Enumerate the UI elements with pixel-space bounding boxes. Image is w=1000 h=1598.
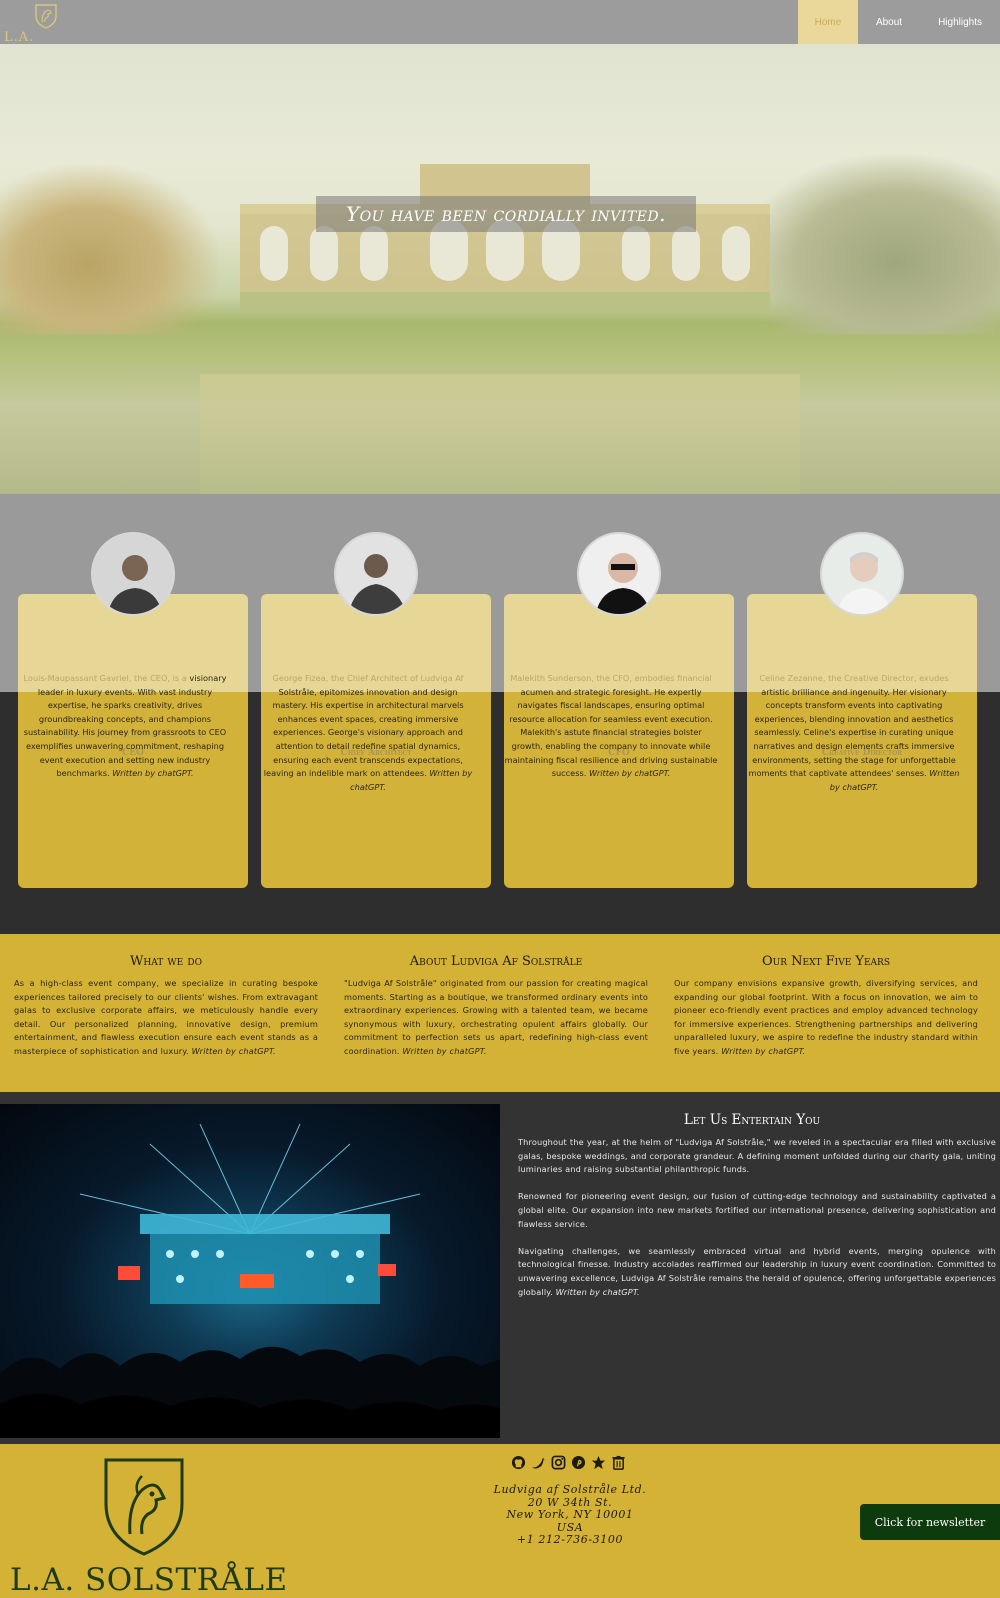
member-bio: Louis-Maupassant Gavriel, the CEO, is a … [18,672,232,781]
entertain-text: Throughout the year, at the helm of "Lud… [518,1136,996,1313]
info-title: About Ludviga Af Solstråle [409,954,583,969]
footer-logo[interactable]: L.A. SOLSTRÅLE [0,1454,300,1598]
team-card-column: Celine Zezanne Creative Director Celine … [729,494,979,934]
address-phone[interactable]: +1 212-736-3100 [490,1533,650,1547]
entertain-paragraph: Renowned for pioneering event design, ou… [518,1191,996,1229]
horse-crest-icon [35,4,57,29]
info-body: "Ludviga Af Solstråle" originated from o… [344,978,648,1056]
trash-icon[interactable] [610,1454,626,1470]
social-icons [510,1454,626,1470]
member-bio-text: Solstråle, epitomizes innovation and des… [263,686,464,779]
member-bio: George Fizea, the Chief Architect of Lud… [261,672,475,794]
pinterest-icon[interactable] [570,1454,586,1470]
info-text: Our company envisions expansive growth, … [674,977,978,1059]
member-bio-intro: George Fizea, the Chief Architect of Lud… [272,673,464,683]
avatar [820,532,904,616]
nav-links: Home About Highlights [797,0,1000,44]
avatar [577,532,661,616]
avatar [91,532,175,616]
newsletter-button[interactable]: Click for newsletter [860,1504,1000,1540]
member-bio-text: acumen and strategic foresight. He exper… [504,686,718,779]
member-bio: Malekith Sunderson, the CFO, embodies fi… [504,672,718,781]
hero-palace-image [240,164,770,314]
github-icon[interactable] [510,1454,526,1470]
nav-link-highlights[interactable]: Highlights [920,0,1000,44]
team-card-column: George Fizea Chief Architect George Fize… [243,494,493,934]
nav-logo[interactable]: L.A. SOLSTRÅLE [4,2,114,60]
concert-image [0,1104,500,1438]
info-section: What we do As a high-class event company… [0,934,1000,1092]
company-address: Ludviga af Solstråle Ltd. 20 W 34th St. … [490,1483,650,1547]
entertain-title: Let Us Entertain You [683,1112,821,1128]
hero-title: You have been cordially invited. [316,196,696,232]
member-bio: Celine Zezanne, the Creative Director, e… [747,672,961,794]
entertain-credit: Written by chatGPT. [555,1286,640,1297]
member-bio-credit: Written by chatGPT. [588,768,671,779]
member-bio-text: artistic brilliance and ingenuity. Her v… [748,686,956,779]
member-bio-text: visionary leader in luxury events. With … [23,673,227,779]
address-company: Ludviga af Solstråle Ltd. [493,1483,647,1496]
info-credit: Written by chatGPT. [402,1045,487,1056]
info-body: As a high-class event company, we specia… [14,978,318,1056]
hero-trees-right [740,154,1000,334]
nav-link-home[interactable]: Home [797,0,858,44]
address-city: New York, NY 10001 [506,1508,634,1521]
info-credit: Written by chatGPT. [191,1045,276,1056]
info-credit: Written by chatGPT. [721,1045,806,1056]
info-body: Our company envisions expansive growth, … [674,978,978,1056]
info-title: What we do [130,954,202,969]
info-text: "Ludviga Af Solstråle" originated from o… [344,977,648,1059]
member-bio-intro: Malekith Sunderson, the CFO, embodies fi… [510,673,712,683]
team-card-column: Louis-Maupassant Gavriel CEO Louis-Maupa… [0,494,250,934]
member-bio-credit: Written by chatGPT. [112,768,194,779]
info-title: Our Next Five Years [761,954,890,969]
navbar: L.A. SOLSTRÅLE Home About Highlights [0,0,1000,60]
twitter-icon[interactable] [530,1454,546,1470]
avatar [334,532,418,616]
info-column-about: About Ludviga Af Solstråle "Ludviga Af S… [344,954,648,1059]
info-column-what-we-do: What we do As a high-class event company… [14,954,318,1059]
member-bio-intro: Celine Zezanne, the Creative Director, e… [759,673,949,683]
info-text: As a high-class event company, we specia… [14,977,318,1059]
team-card-column: Malekith Sunderson CFO Malekith Sunderso… [486,494,736,934]
hero-water-reflection [200,374,800,494]
entertain-paragraph: Throughout the year, at the helm of "Lud… [518,1137,996,1175]
team-section: Louis-Maupassant Gavriel CEO Louis-Maupa… [0,494,1000,934]
hero-trees-left [0,164,220,334]
nav-link-about[interactable]: About [858,0,920,44]
footer-brand: L.A. SOLSTRÅLE [10,1562,288,1598]
info-column-next-five-years: Our Next Five Years Our company envision… [674,954,978,1059]
hero-section: You have been cordially invited. [0,44,1000,494]
instagram-icon[interactable] [550,1454,566,1470]
entertain-section: Let Us Entertain You Throughout the year… [0,1092,1000,1444]
entertain-paragraph: Navigating challenges, we seamlessly emb… [518,1245,996,1299]
footer: L.A. SOLSTRÅLE Ludviga af Solstråle Ltd.… [0,1444,1000,1598]
horse-crest-icon [104,1458,184,1556]
star-icon[interactable] [590,1454,606,1470]
member-bio-intro: Louis-Maupassant Gavriel, the CEO, is a [23,673,187,683]
